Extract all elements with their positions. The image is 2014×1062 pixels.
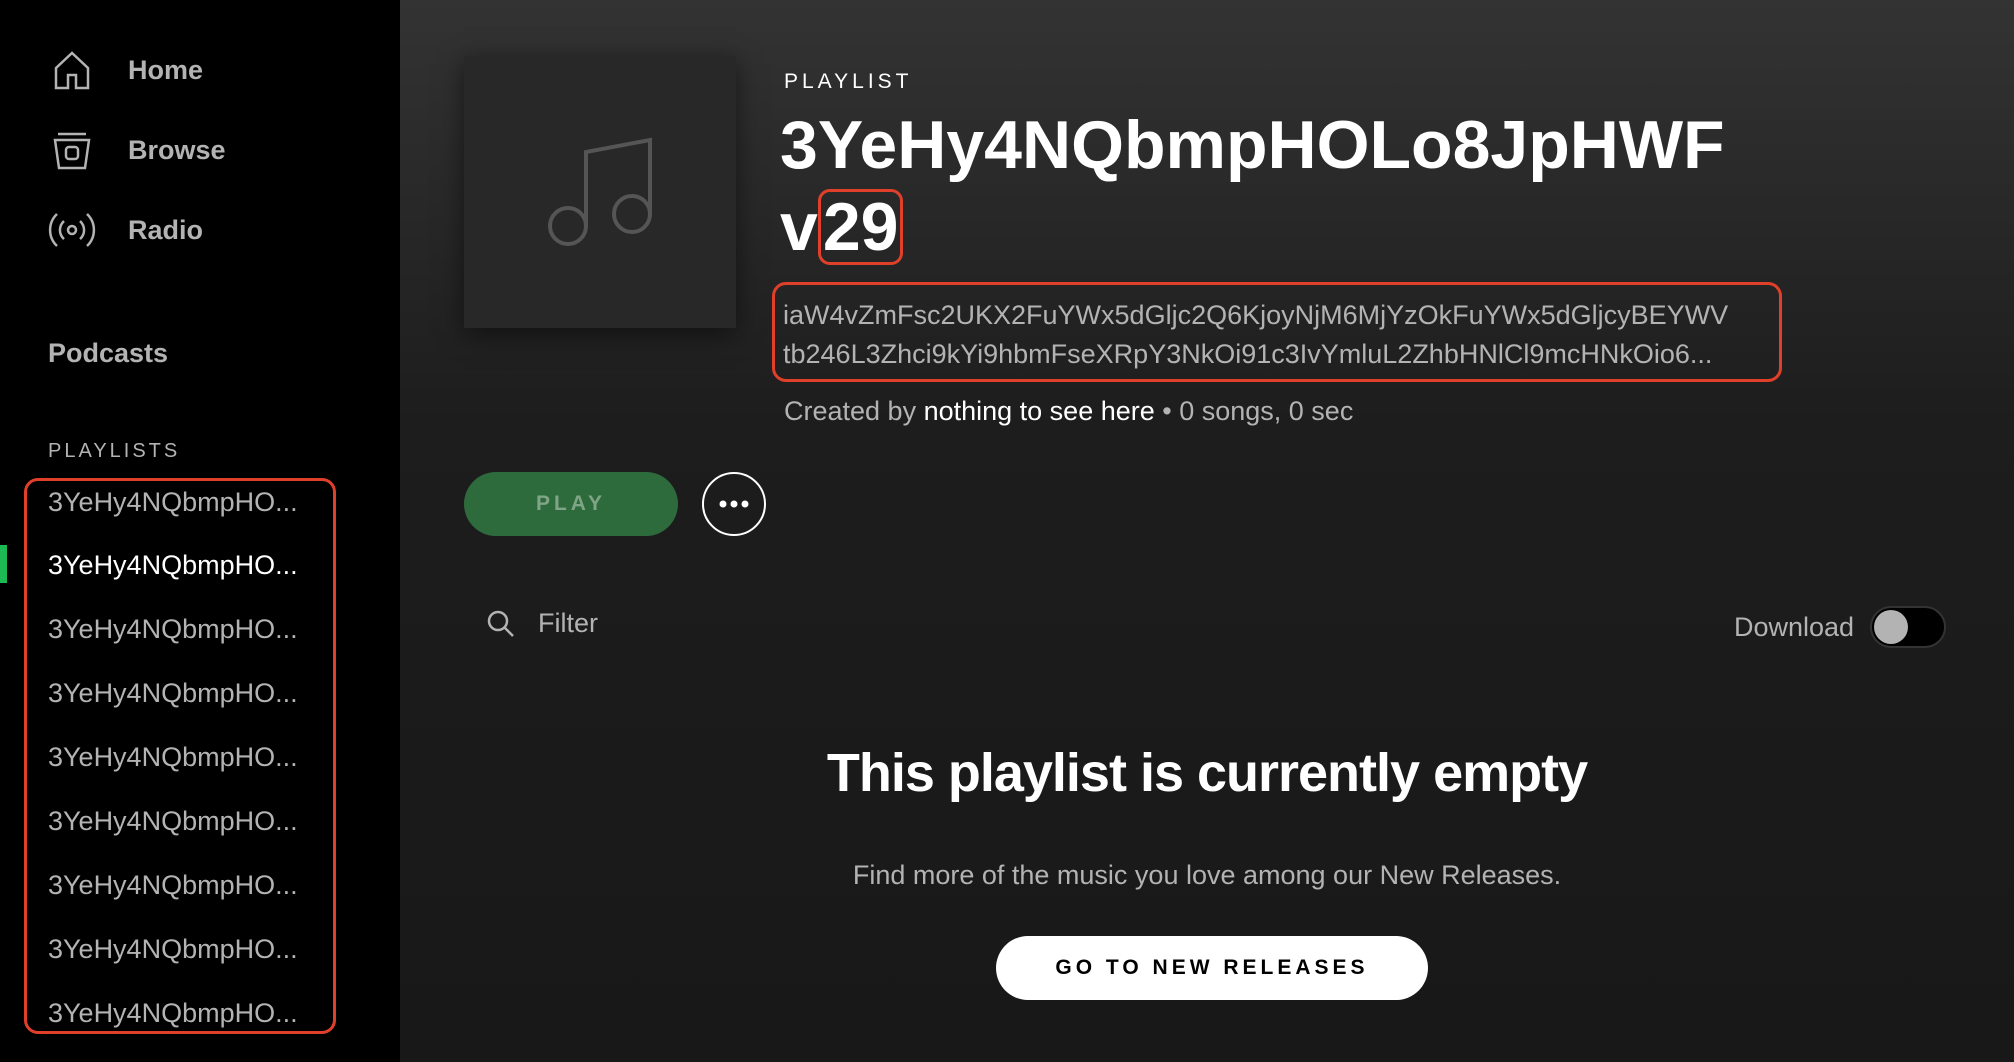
- download-control: Download: [1734, 606, 1947, 648]
- empty-state-title: This playlist is currently empty: [826, 743, 1588, 803]
- sidebar-playlist-item[interactable]: 3YeHy4NQbmpHO...: [48, 737, 328, 777]
- sidebar-playlist-item-active[interactable]: 3YeHy4NQbmpHO...: [48, 545, 328, 585]
- filter-input[interactable]: Filter: [486, 608, 598, 639]
- toggle-knob: [1874, 610, 1909, 644]
- nav-radio[interactable]: Radio: [48, 200, 203, 260]
- nav-browse-label: Browse: [128, 134, 226, 165]
- playlist-title-line1: 3YeHy4NQbmpHOLo8JpHWF: [780, 107, 1725, 183]
- sidebar-playlist-item[interactable]: 3YeHy4NQbmpHO...: [48, 929, 328, 969]
- active-playlist-indicator: [0, 545, 7, 583]
- page-type-label: PLAYLIST: [784, 70, 913, 93]
- sidebar-playlist-item[interactable]: 3YeHy4NQbmpHO...: [48, 673, 328, 713]
- more-icon: [719, 500, 749, 508]
- empty-state-subtitle: Find more of the music you love among ou…: [852, 860, 1562, 890]
- description-line: tb246L3Zhci9kYi9hbmFseXRpY3NkOi91c3IvYml…: [783, 339, 1713, 369]
- download-toggle[interactable]: [1870, 606, 1947, 648]
- go-to-new-releases-button[interactable]: GO TO NEW RELEASES: [996, 936, 1428, 1000]
- nav-radio-label: Radio: [128, 214, 204, 245]
- download-label: Download: [1734, 611, 1855, 642]
- playlist-cover: [464, 56, 736, 328]
- browse-icon: [48, 126, 96, 174]
- more-options-button[interactable]: [702, 472, 766, 536]
- nav-browse[interactable]: Browse: [48, 120, 226, 180]
- sidebar-playlist-item[interactable]: 3YeHy4NQbmpHO...: [48, 609, 328, 649]
- spotify-app: Home Browse Radio Podcasts PLAYLISTS 3Ye…: [0, 0, 2014, 1062]
- playlist-description: iaW4vZmFsc2UKX2FuYWx5dGljc2Q6KjoyNjM6MjY…: [772, 282, 1782, 382]
- play-button[interactable]: PLAY: [464, 472, 678, 536]
- nav-home[interactable]: Home: [48, 40, 203, 100]
- description-line: iaW4vZmFsc2UKX2FuYWx5dGljc2Q6KjoyNjM6MjY…: [783, 300, 1729, 330]
- filter-placeholder: Filter: [538, 608, 598, 638]
- meta-suffix: • 0 songs, 0 sec: [1154, 396, 1354, 426]
- title-version-highlight: 29: [817, 189, 904, 265]
- meta-prefix: Created by: [784, 396, 924, 426]
- playlist-title-line2: v29: [780, 186, 904, 268]
- owner-link[interactable]: nothing to see here: [924, 396, 1155, 426]
- playlist-title: 3YeHy4NQbmpHOLo8JpHWF v29: [780, 104, 1820, 268]
- title-prefix: v: [780, 189, 818, 265]
- music-note-icon: [548, 137, 652, 246]
- sidebar-playlist-item[interactable]: 3YeHy4NQbmpHO...: [48, 865, 328, 905]
- home-icon: [48, 46, 96, 94]
- search-icon: [486, 609, 516, 639]
- sidebar-playlist-item[interactable]: 3YeHy4NQbmpHO...: [48, 993, 328, 1033]
- nav-podcasts[interactable]: Podcasts: [48, 338, 168, 369]
- sidebar: Home Browse Radio Podcasts PLAYLISTS 3Ye…: [0, 0, 400, 1062]
- main-content: PLAYLIST 3YeHy4NQbmpHOLo8JpHWF v29 iaW4v…: [400, 0, 2014, 1062]
- radio-icon: [48, 206, 96, 254]
- nav-home-label: Home: [128, 54, 204, 85]
- sidebar-playlist-item[interactable]: 3YeHy4NQbmpHO...: [48, 801, 328, 841]
- playlist-meta: Created by nothing to see here • 0 songs…: [784, 396, 1353, 427]
- playlists-header: PLAYLISTS: [48, 440, 181, 462]
- sidebar-playlist-item[interactable]: 3YeHy4NQbmpHO...: [48, 482, 328, 522]
